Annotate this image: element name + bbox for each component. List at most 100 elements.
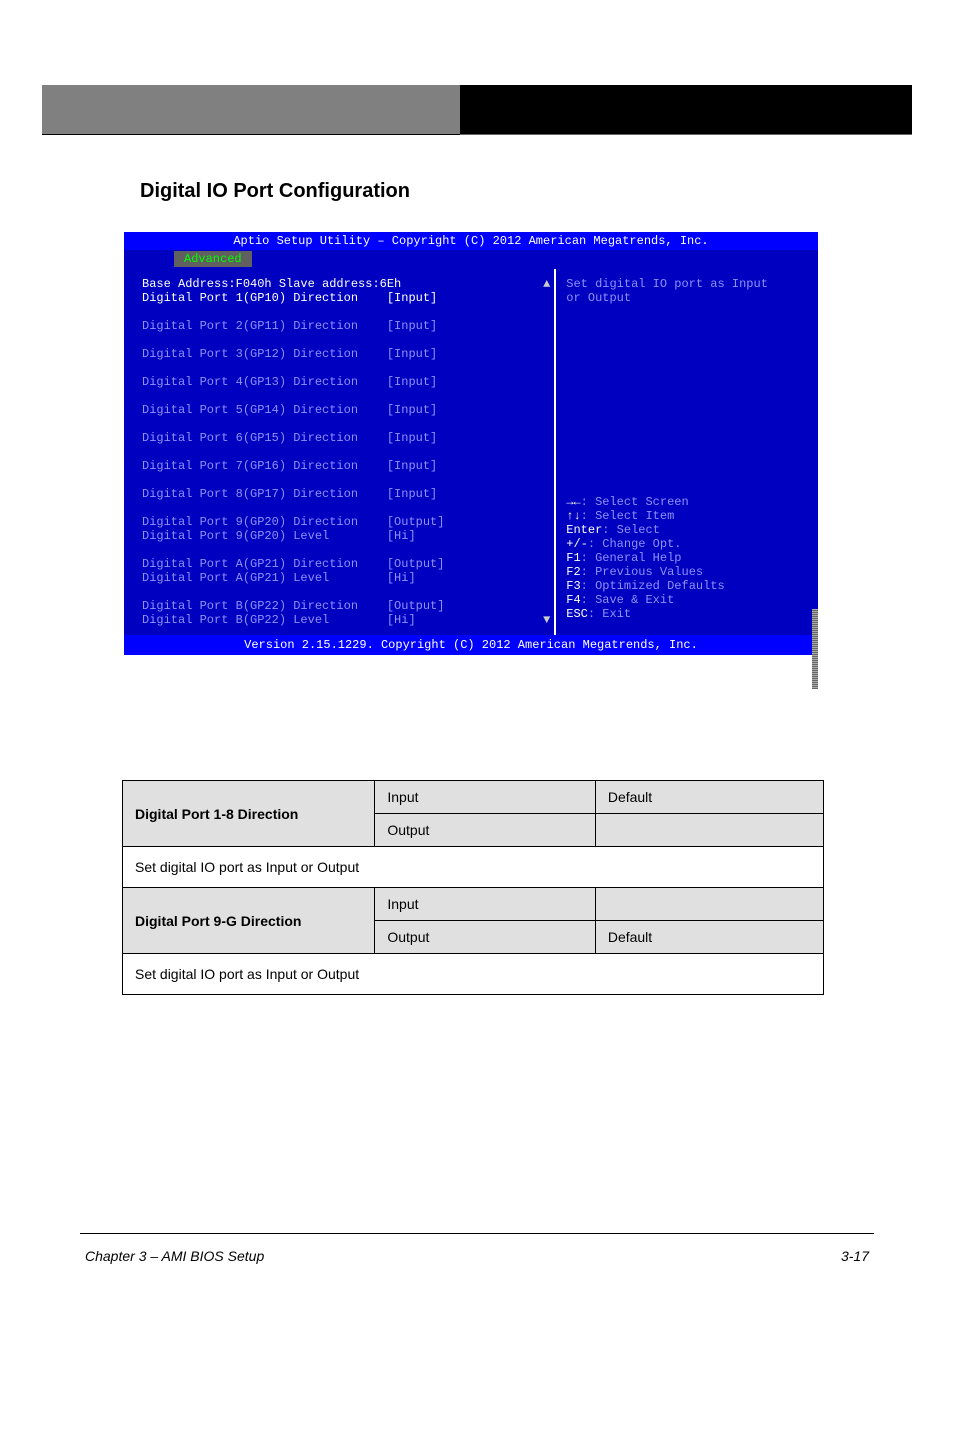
opt-c4-2: Default xyxy=(595,921,823,954)
opt-c1: Input xyxy=(375,781,595,814)
table-row: Set digital IO port as Input or Output xyxy=(123,847,824,888)
key-label: ↑↓ xyxy=(566,509,580,523)
bios-option-row[interactable]: Digital Port 3(GP12) Direction [Input] xyxy=(142,347,546,361)
table-row: Digital Port 9-G Direction Input xyxy=(123,888,824,921)
bios-tabs: Advanced xyxy=(124,250,818,269)
spacer xyxy=(142,361,546,375)
key-desc: : Save & Exit xyxy=(581,593,675,607)
bios-option-row[interactable]: Digital Port 4(GP13) Direction [Input] xyxy=(142,375,546,389)
key-desc: : Select Screen xyxy=(581,495,689,509)
spacer xyxy=(142,389,546,403)
bios-option-row[interactable]: Digital Port 5(GP14) Direction [Input] xyxy=(142,403,546,417)
footer-right-text: 3-17 xyxy=(841,1248,869,1264)
bios-option-value: [Hi] xyxy=(387,613,416,627)
bios-option-label: Digital Port 4(GP13) Direction xyxy=(142,375,387,389)
key-desc: : Select xyxy=(602,523,660,537)
spacer xyxy=(142,305,546,319)
key-label: →← xyxy=(566,495,580,509)
help-text: or Output xyxy=(566,291,810,305)
help-key-line: →←: Select Screen xyxy=(566,495,810,509)
bios-tab-advanced[interactable]: Advanced xyxy=(174,251,252,267)
opt-c2: Default xyxy=(595,781,823,814)
opt-c3: Output xyxy=(375,814,595,847)
bios-option-row[interactable]: Digital Port 9(GP20) Direction [Output] xyxy=(142,515,546,529)
spacer xyxy=(142,417,546,431)
bios-option-value: [Input] xyxy=(387,487,437,501)
opt-c1-2: Input xyxy=(375,888,595,921)
scroll-up-icon: ▲ xyxy=(543,277,550,291)
key-desc: : General Help xyxy=(581,551,682,565)
bios-option-row[interactable]: Digital Port 1(GP10) Direction [Input] xyxy=(142,291,546,305)
bios-body: ▲ Base Address:F040h Slave address:6Eh D… xyxy=(124,269,818,635)
header-right xyxy=(460,85,912,135)
bios-option-label: Digital Port 9(GP20) Level xyxy=(142,529,387,543)
footer-left-text: Chapter 3 – AMI BIOS Setup xyxy=(85,1248,264,1264)
help-key-line: ↑↓: Select Item xyxy=(566,509,810,523)
opt-desc-1: Set digital IO port as Input or Output xyxy=(123,847,824,888)
key-label: F2 xyxy=(566,565,580,579)
bios-option-label: Digital Port 7(GP16) Direction xyxy=(142,459,387,473)
bios-option-value: [Input] xyxy=(387,375,437,389)
spacer xyxy=(142,445,546,459)
opt-c4 xyxy=(595,814,823,847)
key-label: +/- xyxy=(566,537,588,551)
opt-c2-2 xyxy=(595,888,823,921)
bios-option-row[interactable]: Digital Port 6(GP15) Direction [Input] xyxy=(142,431,546,445)
key-label: F3 xyxy=(566,579,580,593)
bios-option-label: Digital Port B(GP22) Level xyxy=(142,613,387,627)
bios-option-row[interactable]: Digital Port B(GP22) Level [Hi] xyxy=(142,613,546,627)
spacer xyxy=(142,585,546,599)
bios-left-pane[interactable]: ▲ Base Address:F040h Slave address:6Eh D… xyxy=(124,269,554,635)
bios-option-value: [Input] xyxy=(387,431,437,445)
opt-label-2: Digital Port 9-G Direction xyxy=(123,888,375,954)
bios-option-label: Digital Port B(GP22) Direction xyxy=(142,599,387,613)
scroll-down-icon: ▼ xyxy=(543,613,550,627)
bios-option-row[interactable]: Digital Port B(GP22) Direction [Output] xyxy=(142,599,546,613)
bios-option-value: [Input] xyxy=(387,319,437,333)
help-text: Set digital IO port as Input xyxy=(566,277,810,291)
help-key-line: +/-: Change Opt. xyxy=(566,537,810,551)
bios-option-row[interactable]: Digital Port 8(GP17) Direction [Input] xyxy=(142,487,546,501)
page-header-bar xyxy=(42,85,912,135)
key-desc: : Optimized Defaults xyxy=(581,579,725,593)
key-label: F4 xyxy=(566,593,580,607)
bios-option-label: Digital Port A(GP21) Level xyxy=(142,571,387,585)
bios-option-label: Digital Port 1(GP10) Direction xyxy=(142,291,387,305)
header-left xyxy=(42,85,460,135)
bios-option-value: [Output] xyxy=(387,557,445,571)
bios-option-label: Digital Port 9(GP20) Direction xyxy=(142,515,387,529)
bios-option-label: Digital Port 8(GP17) Direction xyxy=(142,487,387,501)
bios-option-label: Digital Port A(GP21) Direction xyxy=(142,557,387,571)
help-key-line: F3: Optimized Defaults xyxy=(566,579,810,593)
bios-option-value: [Input] xyxy=(387,347,437,361)
bios-header-line: Base Address:F040h Slave address:6Eh xyxy=(142,277,546,291)
bios-option-row[interactable]: Digital Port A(GP21) Level [Hi] xyxy=(142,571,546,585)
help-key-line: F1: General Help xyxy=(566,551,810,565)
help-key-line: Enter: Select xyxy=(566,523,810,537)
spacer xyxy=(142,333,546,347)
opt-desc-2: Set digital IO port as Input or Output xyxy=(123,954,824,995)
bios-option-row[interactable]: Digital Port 9(GP20) Level [Hi] xyxy=(142,529,546,543)
bios-option-label: Digital Port 6(GP15) Direction xyxy=(142,431,387,445)
key-label: F1 xyxy=(566,551,580,565)
bios-window: Aptio Setup Utility – Copyright (C) 2012… xyxy=(124,232,818,655)
scrollbar-thumb xyxy=(812,609,818,689)
bios-footer: Version 2.15.1229. Copyright (C) 2012 Am… xyxy=(124,635,818,655)
table-row: Set digital IO port as Input or Output xyxy=(123,954,824,995)
bios-option-row[interactable]: Digital Port 2(GP11) Direction [Input] xyxy=(142,319,546,333)
key-desc: : Previous Values xyxy=(581,565,703,579)
bios-option-label: Digital Port 5(GP14) Direction xyxy=(142,403,387,417)
bios-right-pane: Set digital IO port as Inputor Output →←… xyxy=(554,269,818,635)
bios-option-row[interactable]: Digital Port 7(GP16) Direction [Input] xyxy=(142,459,546,473)
help-key-line: F4: Save & Exit xyxy=(566,593,810,607)
bios-option-value: [Hi] xyxy=(387,529,416,543)
options-table: Digital Port 1-8 Direction Input Default… xyxy=(122,780,824,995)
bios-option-row[interactable]: Digital Port A(GP21) Direction [Output] xyxy=(142,557,546,571)
opt-c3-2: Output xyxy=(375,921,595,954)
bios-option-value: [Input] xyxy=(387,291,437,305)
bios-option-label: Digital Port 2(GP11) Direction xyxy=(142,319,387,333)
key-desc: : Exit xyxy=(588,607,631,621)
footer-divider xyxy=(80,1233,874,1234)
key-label: Enter xyxy=(566,523,602,537)
bios-option-value: [Output] xyxy=(387,515,445,529)
